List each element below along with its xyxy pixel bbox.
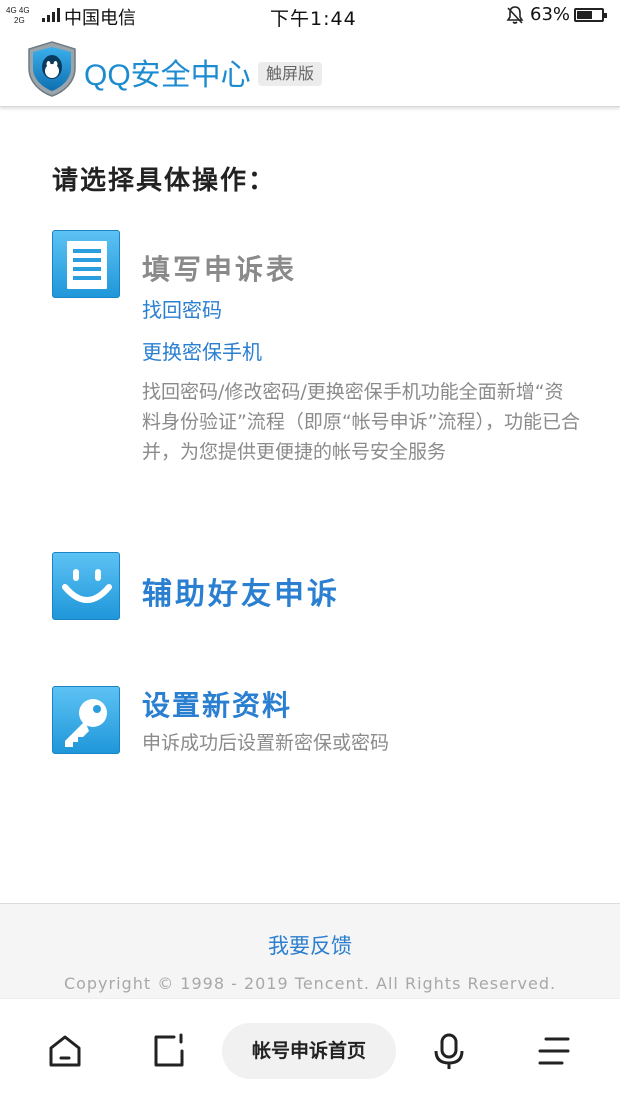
signal-icon: 4G 4G 2G: [6, 6, 60, 26]
browser-bottom-bar: 帐号申诉首页: [0, 998, 620, 1103]
menu-icon[interactable]: [534, 1031, 574, 1071]
assist-friend-appeal-link[interactable]: 辅助好友申诉: [142, 569, 340, 613]
address-bar-title[interactable]: 帐号申诉首页: [222, 1023, 396, 1079]
key-icon[interactable]: [52, 686, 120, 754]
page-footer: 我要反馈 Copyright © 1998 - 2019 Tencent. Al…: [0, 903, 620, 999]
appeal-form-description: 找回密码/修改密码/更换密保手机功能全面新增“资料身份验证”流程（即原“帐号申诉…: [142, 381, 581, 463]
status-bar: 4G 4G 2G 中国电信 下午1:44 63%: [0, 0, 620, 32]
site-header: QQ安全中心 触屏版: [0, 32, 620, 107]
appeal-form-icon[interactable]: [52, 230, 120, 298]
battery-icon: [574, 8, 607, 22]
network-type-bottom: 2G: [14, 16, 25, 25]
battery-percent: 63%: [530, 4, 571, 25]
smiley-face-icon[interactable]: [52, 552, 120, 620]
feedback-link[interactable]: 我要反馈: [0, 930, 620, 960]
home-icon[interactable]: [45, 1031, 85, 1071]
carrier-name: 中国电信: [64, 8, 136, 29]
copyright-text: Copyright © 1998 - 2019 Tencent. All Rig…: [63, 974, 557, 993]
set-new-info-description: 申诉成功后设置新密保或密码: [142, 732, 390, 754]
page-prompt: 请选择具体操作：: [52, 166, 277, 196]
mute-bell-icon: [506, 6, 524, 24]
touch-version-badge: 触屏版: [258, 62, 323, 86]
recover-password-link[interactable]: 找回密码: [142, 294, 222, 323]
appeal-form-title[interactable]: 填写申诉表: [142, 248, 297, 288]
status-time: 下午1:44: [270, 8, 357, 30]
qq-shield-logo-icon: [28, 41, 76, 97]
microphone-icon[interactable]: [429, 1031, 469, 1071]
tabs-icon[interactable]: [150, 1031, 190, 1071]
set-new-info-link[interactable]: 设置新资料: [142, 684, 292, 724]
network-type-top: 4G 4G: [6, 6, 30, 15]
site-title: QQ安全中心: [84, 59, 251, 92]
change-security-phone-link[interactable]: 更换密保手机: [142, 336, 262, 365]
